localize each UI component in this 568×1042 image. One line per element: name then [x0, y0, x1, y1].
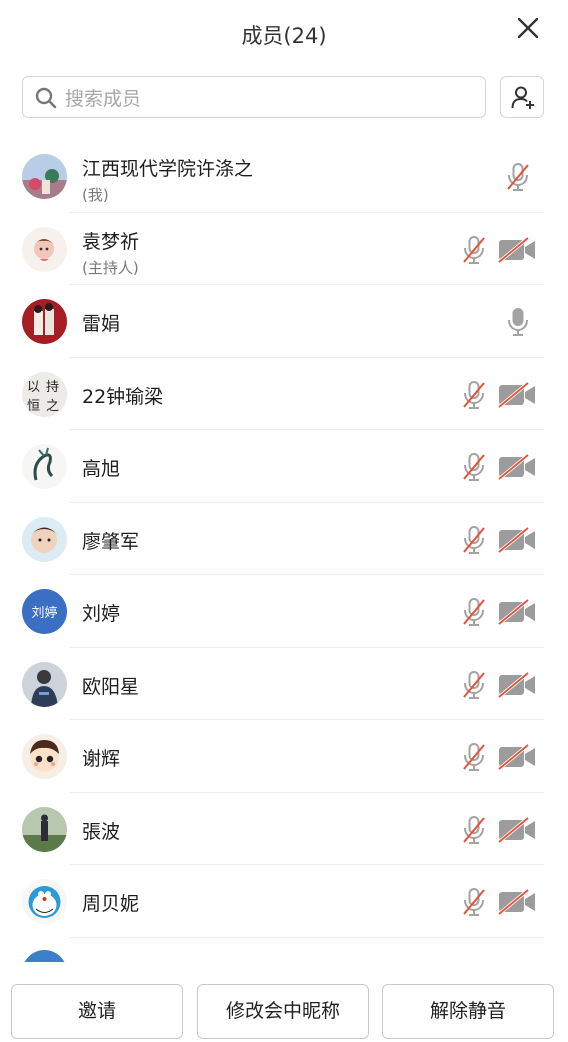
member-row[interactable]: 廖肇军 [0, 503, 568, 575]
search-icon [35, 87, 57, 109]
member-list: 江西现代学院许涤之 (我) 袁梦祈 (主持人) 雷娟以持恒之 22钟瑜梁 高旭 廖肇军 刘婷 刘婷… [0, 140, 568, 962]
avatar [22, 299, 67, 344]
camera-off-icon[interactable] [497, 888, 536, 916]
avatar [22, 516, 67, 562]
member-row[interactable]: 欧阳星 [0, 648, 568, 720]
mic-muted-icon[interactable] [461, 742, 487, 772]
svg-text:恒: 恒 [27, 399, 40, 414]
avatar: 刘婷 [22, 589, 67, 634]
search-input[interactable] [63, 83, 467, 115]
svg-text:以: 以 [27, 380, 40, 395]
member-row-partial [0, 938, 568, 962]
page-title: 成员(24) [241, 24, 327, 48]
mic-muted-icon[interactable] [461, 597, 487, 627]
camera-off-icon[interactable] [497, 526, 536, 553]
unmute-button[interactable]: 解除静音 [382, 984, 554, 1039]
avatar [22, 806, 67, 852]
camera-off-icon[interactable] [497, 671, 536, 698]
member-row[interactable]: 刘婷 刘婷 [0, 575, 568, 648]
member-name: 廖肇军 [82, 530, 140, 553]
avatar [22, 444, 67, 489]
avatar [22, 949, 67, 962]
mic-on-icon[interactable] [505, 307, 531, 337]
close-icon[interactable] [516, 16, 540, 40]
camera-off-icon[interactable] [497, 816, 536, 843]
member-name: 刘婷 [82, 603, 121, 625]
avatar [22, 879, 67, 924]
avatar: 以持恒之 [22, 371, 67, 417]
member-row[interactable]: 高旭 [0, 430, 568, 503]
member-name: 雷娟 [82, 313, 121, 335]
member-name: 江西现代学院许涤之 [82, 158, 254, 180]
mic-muted-icon[interactable] [461, 525, 487, 555]
avatar [22, 734, 67, 779]
invite-button[interactable]: 邀请 [11, 984, 183, 1039]
member-row[interactable]: 袁梦祈 (主持人) [0, 213, 568, 285]
member-row[interactable]: 周贝妮 [0, 865, 568, 938]
mic-muted-icon[interactable] [461, 380, 487, 410]
avatar [22, 154, 67, 199]
mic-muted-icon[interactable] [461, 235, 487, 265]
svg-text:持: 持 [46, 380, 59, 395]
camera-off-icon[interactable] [497, 236, 536, 263]
member-name: 高旭 [82, 458, 121, 480]
camera-off-icon[interactable] [497, 453, 536, 481]
member-row[interactable]: 江西现代学院许涤之 (我) [0, 140, 568, 213]
member-name: 袁梦祈 [82, 230, 140, 253]
member-row[interactable]: 張波 [0, 793, 568, 865]
avatar [22, 226, 67, 272]
mic-muted-icon[interactable] [461, 815, 487, 845]
footer: 邀请 修改会中昵称 解除静音 [0, 962, 568, 1042]
add-member-button[interactable] [500, 76, 544, 118]
member-role: (我) [82, 186, 109, 204]
search-box[interactable] [22, 76, 486, 118]
mic-muted-icon[interactable] [505, 162, 531, 192]
mic-muted-icon[interactable] [461, 670, 487, 700]
camera-off-icon[interactable] [497, 743, 536, 771]
member-name: 22钟瑜梁 [82, 385, 164, 408]
member-row[interactable]: 雷娟 [0, 285, 568, 358]
member-name: 欧阳星 [82, 675, 140, 698]
svg-text:之: 之 [46, 399, 59, 414]
avatar [22, 661, 67, 707]
mic-muted-icon[interactable] [461, 887, 487, 917]
member-row[interactable]: 以持恒之 22钟瑜梁 [0, 358, 568, 430]
mic-muted-icon[interactable] [461, 452, 487, 482]
svg-text:刘婷: 刘婷 [31, 605, 57, 621]
member-role: (主持人) [82, 258, 139, 277]
member-name: 谢辉 [82, 748, 121, 770]
member-name: 張波 [82, 820, 121, 843]
header: 成员(24) [0, 0, 568, 64]
camera-off-icon[interactable] [497, 381, 536, 408]
add-user-icon [511, 86, 534, 109]
camera-off-icon[interactable] [497, 598, 536, 626]
rename-button[interactable]: 修改会中昵称 [197, 984, 369, 1039]
member-name: 周贝妮 [82, 893, 140, 915]
member-row[interactable]: 谢辉 [0, 720, 568, 793]
